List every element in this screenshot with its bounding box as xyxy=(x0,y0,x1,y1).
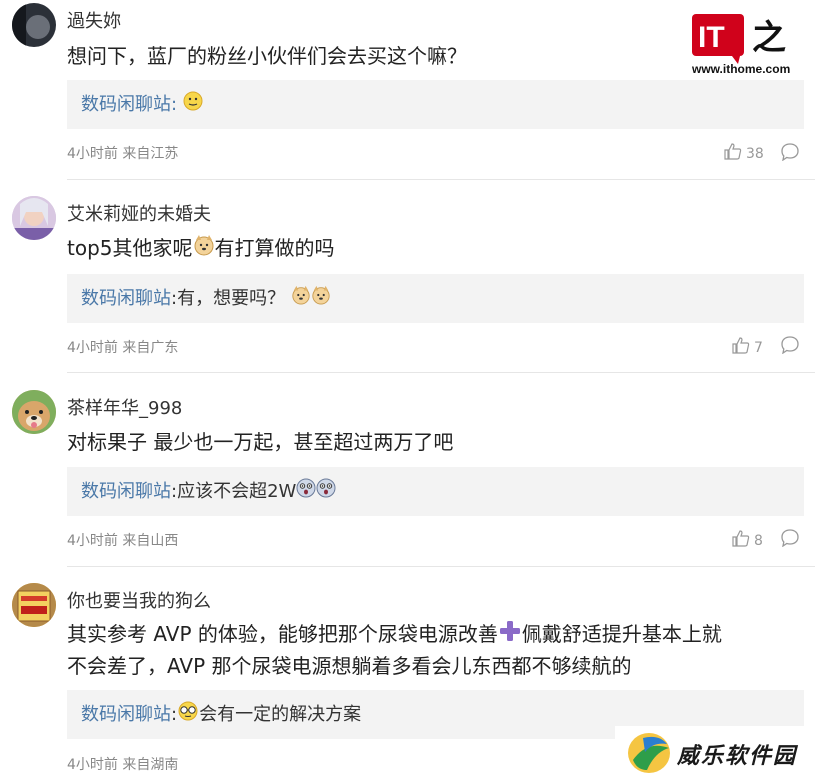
reply-icon[interactable] xyxy=(780,529,800,548)
user-name[interactable]: 你也要当我的狗么 xyxy=(67,587,211,613)
comment-3: 茶样年华_998 对标果子 最少也一万起，甚至超过两万了吧 数码闲聊站:应该不会… xyxy=(0,373,815,567)
user-name[interactable]: 艾米莉娅的未婚夫 xyxy=(67,200,211,226)
reply-box: 数码闲聊站: xyxy=(67,80,804,129)
doge-emoji-icon xyxy=(193,234,215,265)
thumb-up-icon xyxy=(724,143,742,164)
thumb-up-icon xyxy=(732,530,750,551)
user-name[interactable]: 茶样年华_998 xyxy=(67,394,182,420)
comment-2: 艾米莉娅的未婚夫 top5其他家呢 有打算做的吗 数码闲聊站:有，想要吗？ 4小时… xyxy=(0,180,815,373)
glasses-emoji-icon xyxy=(177,691,199,740)
avatar[interactable] xyxy=(12,390,56,434)
comment-text: top5其他家呢 有打算做的吗 xyxy=(67,233,335,265)
watermark: 威乐软件园 xyxy=(615,726,815,779)
avatar[interactable] xyxy=(12,196,56,240)
avatar[interactable] xyxy=(12,3,56,47)
reply-box: 数码闲聊站:有，想要吗？ xyxy=(67,274,804,323)
comment-meta: 4小时前 来自江苏 xyxy=(67,146,179,162)
comment-text: 对标果子 最少也一万起，甚至超过两万了吧 xyxy=(67,430,454,454)
comment-meta: 4小时前 来自山西 xyxy=(67,533,179,549)
shocked-emoji-icon xyxy=(316,468,336,517)
doge-emoji-icon xyxy=(291,275,311,324)
plus-emoji-icon xyxy=(498,620,522,651)
reply-user[interactable]: 数码闲聊站 xyxy=(81,481,171,502)
comment-text: 想问下，蓝厂的粉丝小伙伴们会去买这个嘛？ xyxy=(67,44,467,68)
comment-meta: 4小时前 来自湖南 xyxy=(67,757,179,773)
comment-text: 其实参考 AVP 的体验，能够把那个尿袋电源改善 佩戴舒适提升基本上就 不会差了，… xyxy=(67,620,722,678)
user-name[interactable]: 過失妳 xyxy=(67,7,121,33)
reply-user[interactable]: 数码闲聊站 xyxy=(81,94,171,115)
watermark-text: 威乐软件园 xyxy=(677,744,798,769)
shocked-emoji-icon xyxy=(296,468,316,517)
reply-icon[interactable] xyxy=(780,336,800,355)
like-count: 8 xyxy=(754,532,763,549)
smile-emoji-icon xyxy=(183,81,203,130)
like-count: 38 xyxy=(746,145,764,162)
avatar[interactable] xyxy=(12,583,56,627)
like-button[interactable]: 8 xyxy=(732,530,763,551)
comment-1: 過失妳 想问下，蓝厂的粉丝小伙伴们会去买这个嘛？ 数码闲聊站: 4小时前 来自江… xyxy=(0,0,815,180)
doge-emoji-icon xyxy=(311,275,331,324)
reply-icon[interactable] xyxy=(780,143,800,162)
like-count: 7 xyxy=(754,339,763,356)
watermark-logo-icon xyxy=(625,730,673,780)
comment-meta: 4小时前 来自广东 xyxy=(67,340,179,356)
reply-user[interactable]: 数码闲聊站 xyxy=(81,704,171,725)
reply-user[interactable]: 数码闲聊站 xyxy=(81,288,171,309)
like-button[interactable]: 7 xyxy=(732,337,763,358)
reply-box: 数码闲聊站:应该不会超2W xyxy=(67,467,804,516)
like-button[interactable]: 38 xyxy=(724,143,764,164)
thumb-up-icon xyxy=(732,337,750,358)
